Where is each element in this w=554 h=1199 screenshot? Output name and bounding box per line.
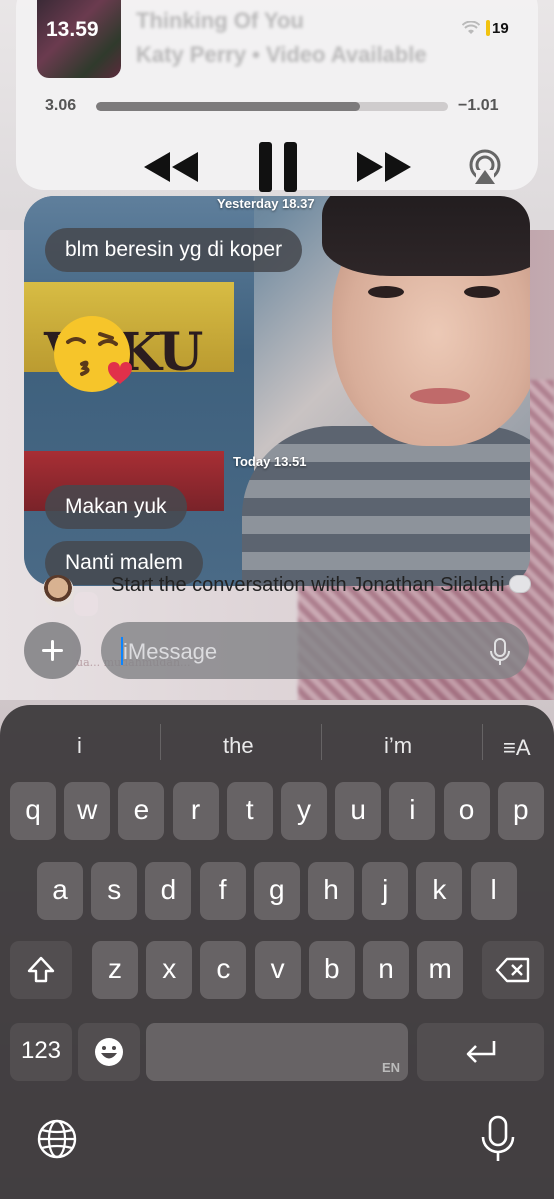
microphone-icon[interactable] <box>480 1115 516 1165</box>
key-k[interactable]: k <box>416 862 463 920</box>
suggestion-divider <box>482 724 483 760</box>
status-bar: 19 <box>462 18 509 38</box>
battery-icon: 19 <box>486 18 509 38</box>
key-o[interactable]: o <box>443 782 490 840</box>
suggestion-item[interactable]: i <box>77 733 82 759</box>
suggestion-divider <box>160 724 161 760</box>
fast-forward-button[interactable] <box>355 148 413 186</box>
emoji-icon <box>95 1038 123 1066</box>
message-bubble[interactable]: blm beresin yg di koper <box>45 228 303 272</box>
wifi-icon <box>462 21 480 34</box>
key-c[interactable]: c <box>200 941 247 999</box>
text-format-icon[interactable]: ≡A <box>503 735 531 761</box>
keyboard: i the i’m ≡A qwertyuiop asdfghjkl zxcvbn… <box>0 705 554 1199</box>
more-icon[interactable] <box>508 574 531 593</box>
message-bubble[interactable]: Makan yuk <box>45 485 187 529</box>
globe-icon[interactable] <box>36 1118 78 1160</box>
key-z[interactable]: z <box>92 941 138 999</box>
return-icon <box>466 1041 495 1063</box>
key-j[interactable]: j <box>362 862 409 920</box>
conversation-prompt: Start the conversation with Jonathan Sil… <box>111 573 531 597</box>
suggestion-item[interactable]: i’m <box>384 733 412 759</box>
key-i[interactable]: i <box>389 782 436 840</box>
key-x[interactable]: x <box>146 941 193 999</box>
space-key[interactable]: EN <box>146 1023 408 1081</box>
key-l[interactable]: l <box>470 862 517 920</box>
timestamp-today: Today 13.51 <box>233 454 307 469</box>
track-artist: Katy Perry • Video Available <box>136 42 427 67</box>
key-m[interactable]: m <box>417 941 464 999</box>
emoji-key[interactable] <box>78 1023 140 1081</box>
key-q[interactable]: q <box>10 782 56 840</box>
key-t[interactable]: t <box>226 782 273 840</box>
pause-button[interactable] <box>256 140 300 194</box>
delete-key[interactable] <box>482 941 544 999</box>
key-v[interactable]: v <box>254 941 301 999</box>
return-key[interactable] <box>417 1023 544 1081</box>
key-u[interactable]: u <box>335 782 382 840</box>
key-s[interactable]: s <box>91 862 138 920</box>
shift-icon <box>27 956 55 983</box>
key-f[interactable]: f <box>199 862 246 920</box>
space-language-label: EN <box>381 1060 400 1075</box>
key-r[interactable]: r <box>172 782 219 840</box>
key-d[interactable]: d <box>145 862 192 920</box>
key-h[interactable]: h <box>308 862 354 920</box>
battery-percent: 19 <box>492 19 509 37</box>
suggestion-item[interactable]: the <box>223 733 254 759</box>
kiss-emoji[interactable] <box>50 312 142 398</box>
progress-slider[interactable] <box>96 102 448 111</box>
elapsed-time: 3.06 <box>45 97 77 114</box>
timestamp-yesterday: Yesterday 18.37 <box>217 196 315 211</box>
key-b[interactable]: b <box>308 941 355 999</box>
progress-fill <box>96 102 360 111</box>
delete-icon <box>495 957 530 983</box>
airplay-icon[interactable] <box>466 148 504 186</box>
dictation-mic-icon[interactable] <box>489 638 511 666</box>
sticker-icon <box>74 592 98 616</box>
shift-key[interactable] <box>10 941 72 999</box>
key-a[interactable]: a <box>37 862 83 920</box>
conversation-prompt-text: Start the conversation with Jonathan Sil… <box>111 574 505 596</box>
remaining-time: −1.01 <box>458 97 499 114</box>
key-e[interactable]: e <box>118 782 165 840</box>
art-time-label: 13.59 <box>46 18 99 41</box>
avatar[interactable] <box>42 575 74 607</box>
key-y[interactable]: y <box>281 782 327 840</box>
key-g[interactable]: g <box>253 862 300 920</box>
suggestion-divider <box>321 724 322 760</box>
imessage-placeholder: iMessage <box>123 639 218 664</box>
imessage-input[interactable]: iMessage <box>101 622 529 679</box>
rewind-button[interactable] <box>142 148 200 186</box>
key-n[interactable]: n <box>363 941 409 999</box>
key-w[interactable]: w <box>64 782 111 840</box>
numbers-key[interactable]: 123 <box>10 1023 72 1081</box>
key-p[interactable]: p <box>497 782 544 840</box>
track-title: Thinking Of You <box>136 8 304 33</box>
add-attachment-button[interactable] <box>24 622 81 679</box>
